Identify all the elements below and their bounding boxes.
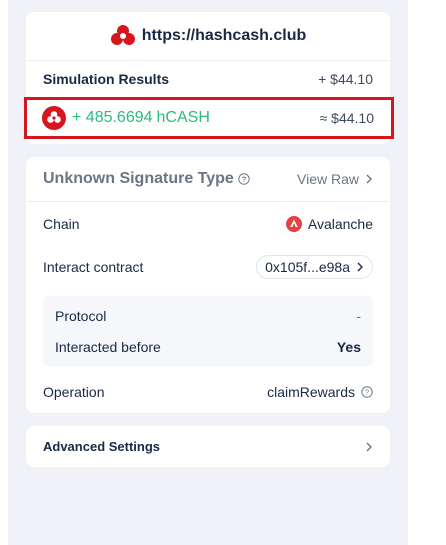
chevron-right-icon [366, 174, 372, 184]
chain-value: Avalanche [285, 216, 373, 232]
avalanche-icon [285, 216, 302, 232]
token-usd-value: ≈ $44.10 [319, 110, 374, 126]
contract-address-pill[interactable]: 0x105f...e98a [256, 255, 373, 279]
operation-label: Operation [43, 384, 105, 400]
contract-row: Interact contract 0x105f...e98a [26, 244, 390, 290]
advanced-settings-label: Advanced Settings [43, 439, 161, 454]
simulation-total-usd: + $44.10 [318, 71, 373, 87]
site-header: https://hashcash.club [26, 12, 390, 61]
chain-label: Chain [43, 216, 80, 232]
advanced-settings-card[interactable]: Advanced Settings [26, 426, 390, 467]
operation-row: Operation claimRewards ? [26, 370, 390, 414]
svg-text:?: ? [242, 175, 247, 184]
interacted-value: Yes [336, 338, 361, 355]
operation-value-group: claimRewards ? [267, 384, 373, 400]
contract-address: 0x105f...e98a [265, 259, 350, 275]
signature-header: Unknown Signature Type ? View Raw [26, 157, 390, 202]
hashcash-token-icon [42, 106, 66, 130]
hashcash-logo-icon [110, 25, 135, 45]
signature-type-label: Unknown Signature Type [43, 170, 234, 187]
advanced-settings-button[interactable]: Advanced Settings [26, 426, 390, 467]
signature-type: Unknown Signature Type ? [43, 170, 250, 188]
help-icon[interactable]: ? [361, 386, 373, 398]
protocol-label: Protocol [55, 307, 107, 324]
view-raw-label: View Raw [297, 171, 359, 187]
operation-value: claimRewards [267, 384, 355, 400]
chain-name: Avalanche [307, 216, 373, 232]
window-edge [408, 0, 446, 545]
protocol-value: - [356, 307, 361, 324]
token-amount: + 485.6694 [72, 109, 153, 126]
simulation-title: Simulation Results [43, 71, 170, 87]
interacted-row: Interacted before Yes [43, 331, 373, 362]
site-url: https://hashcash.club [141, 27, 307, 44]
chevron-right-icon [366, 442, 372, 451]
signature-card: Unknown Signature Type ? View Raw Chain … [26, 157, 390, 413]
contract-details-box: Protocol - Interacted before Yes [43, 296, 373, 366]
protocol-row: Protocol - [43, 300, 373, 331]
help-icon[interactable]: ? [238, 173, 250, 185]
contract-label: Interact contract [43, 259, 144, 275]
chevron-right-icon [357, 262, 363, 272]
token-change-row: + 485.6694 hCASH ≈ $44.10 [24, 97, 394, 139]
token-symbol: hCASH [156, 109, 210, 126]
svg-text:?: ? [365, 388, 369, 397]
simulation-header: Simulation Results + $44.10 [26, 61, 390, 97]
chain-row: Chain Avalanche [26, 204, 390, 244]
interacted-label: Interacted before [55, 338, 161, 355]
view-raw-button[interactable]: View Raw [297, 171, 373, 187]
